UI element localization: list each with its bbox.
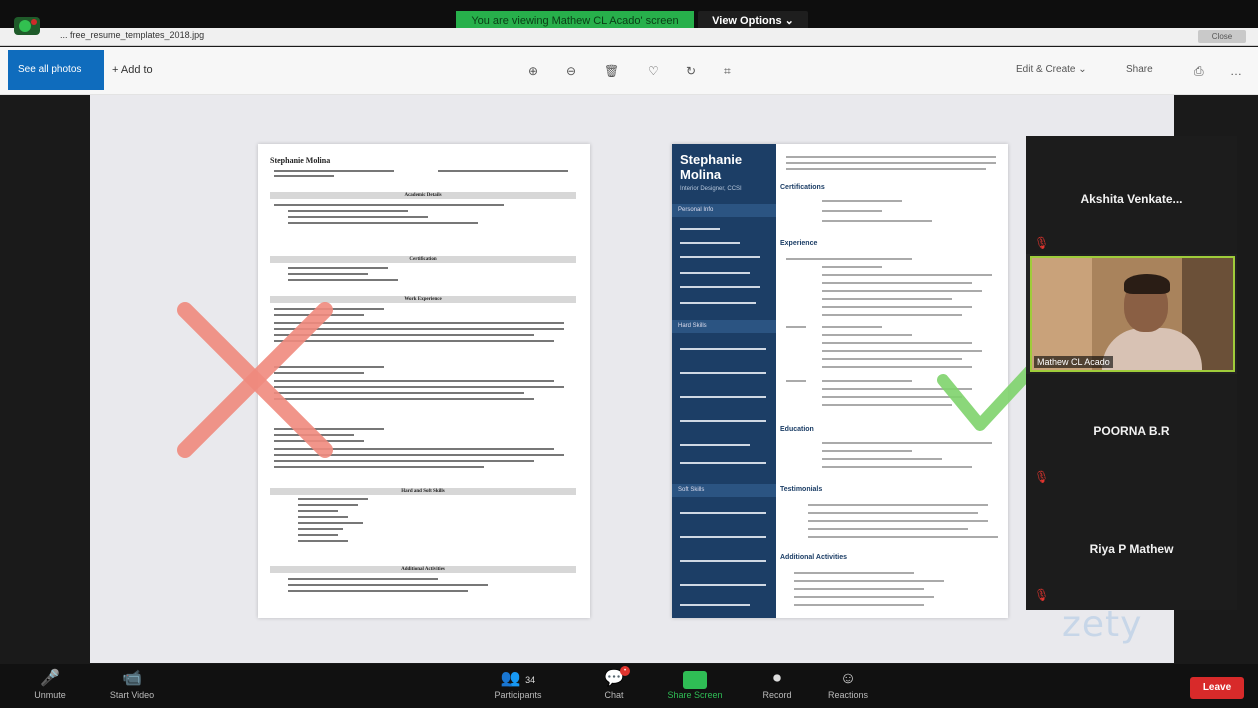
- microphone-icon: 🎤: [40, 670, 60, 687]
- participants-count: 34: [525, 675, 536, 685]
- resume-side-section: Soft Skills: [672, 484, 776, 497]
- muted-mic-icon: 🎙: [1034, 588, 1050, 602]
- see-all-photos-label: See all photos: [18, 64, 82, 75]
- zoom-app-icon: [14, 17, 40, 35]
- crop-icon[interactable]: ⌗: [724, 64, 731, 79]
- participant-name: Mathew CL Acado: [1034, 356, 1113, 368]
- zoom-window: You are viewing Mathew CL Acado' screen …: [0, 0, 1258, 708]
- share-screen-button[interactable]: Share Screen: [655, 668, 735, 700]
- record-icon: ⏺: [772, 670, 781, 687]
- chat-icon: 💬: [604, 670, 624, 687]
- resume-left-section: Additional Activities: [270, 566, 576, 573]
- resume-left-section: Academic Details: [270, 192, 576, 199]
- participants-gallery: Akshita Venkate... 🎙 POORNA B.R 🎙 Riya P…: [1026, 136, 1237, 610]
- muted-mic-icon: 🎙: [1034, 236, 1050, 250]
- resume-side-section: Hard Skills: [672, 320, 776, 333]
- leave-button[interactable]: Leave: [1190, 677, 1244, 699]
- chat-unread-badge: •: [620, 666, 630, 676]
- shared-window-titlebar: ... free_resume_templates_2018.jpg: [0, 28, 1258, 46]
- zety-watermark: zety: [1062, 604, 1143, 645]
- reactions-icon: ☺: [839, 670, 857, 687]
- participant-tile[interactable]: Akshita Venkate... 🎙: [1026, 136, 1237, 254]
- chat-button[interactable]: 💬 Chat: [574, 668, 654, 700]
- muted-mic-icon: 🎙: [1034, 470, 1050, 484]
- resume-right-first-name: Stephanie: [680, 152, 743, 167]
- participant-tile[interactable]: POORNA B.R 🎙: [1026, 374, 1237, 492]
- resume-main-section: Additional Activities: [780, 554, 848, 561]
- resume-right-last-name: Molina: [680, 167, 722, 182]
- resume-side-section: Personal Info: [672, 204, 776, 217]
- participant-name: POORNA B.R: [1093, 424, 1170, 438]
- resume-left-section: Certification: [270, 256, 576, 263]
- add-to-button[interactable]: + Add to: [112, 50, 153, 90]
- zoom-out-icon[interactable]: ⊖: [566, 64, 576, 78]
- participants-button[interactable]: 👥 34 Participants: [478, 668, 558, 700]
- correct-example-check-icon: [937, 364, 1035, 431]
- window-title: ... free_resume_templates_2018.jpg: [60, 30, 205, 40]
- resume-left-section: Hard and Soft Skills: [270, 488, 576, 495]
- delete-icon[interactable]: 🗑: [604, 64, 619, 78]
- resume-main-section: Testimonials: [780, 486, 823, 493]
- see-all-photos-button[interactable]: See all photos: [8, 50, 104, 90]
- wrong-example-x-icon: [177, 302, 333, 458]
- video-camera-icon: 📹: [122, 670, 142, 687]
- share-button[interactable]: Share: [1126, 64, 1153, 75]
- more-options-icon[interactable]: …: [1230, 64, 1242, 78]
- participant-name: Akshita Venkate...: [1080, 192, 1183, 206]
- rotate-icon[interactable]: ↻: [686, 64, 696, 78]
- participant-name: Riya P Mathew: [1089, 542, 1174, 556]
- window-close-button[interactable]: Close: [1198, 30, 1246, 43]
- resume-main-section: Education: [780, 426, 814, 433]
- zoom-in-icon[interactable]: ⊕: [528, 64, 538, 78]
- resume-left-name: Stephanie Molina: [270, 156, 331, 165]
- reactions-button[interactable]: ☺ Reactions: [808, 668, 888, 700]
- edit-create-menu[interactable]: Edit & Create ⌄: [1016, 64, 1087, 75]
- participant-video-tile[interactable]: Mathew CL Acado: [1030, 256, 1235, 372]
- participant-tile[interactable]: Riya P Mathew 🎙: [1026, 492, 1237, 610]
- resume-right-name: Stephanie Molina: [680, 152, 742, 182]
- start-video-button[interactable]: 📹 Start Video: [92, 668, 172, 700]
- favorite-icon[interactable]: ♡: [648, 64, 659, 78]
- unmute-button[interactable]: 🎤 Unmute: [10, 668, 90, 700]
- print-icon[interactable]: ⎙: [1194, 64, 1204, 79]
- record-button[interactable]: ⏺ Record: [737, 668, 817, 700]
- participants-icon: 👥 34: [500, 670, 536, 687]
- resume-main-section: Certifications: [780, 184, 825, 191]
- resume-right-subtitle: Interior Designer, CCSI: [680, 186, 742, 192]
- resume-main-section: Experience: [780, 240, 818, 247]
